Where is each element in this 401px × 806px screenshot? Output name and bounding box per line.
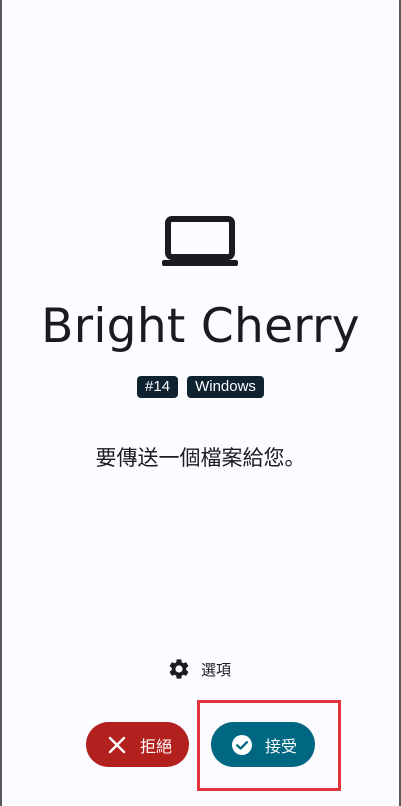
device-name: Bright Cherry [41, 299, 360, 354]
decline-button[interactable]: 拒絕 [86, 722, 189, 767]
gear-icon [169, 659, 189, 679]
laptop-icon [162, 216, 238, 266]
device-number-badge: #14 [137, 376, 179, 398]
close-icon [108, 736, 126, 753]
transfer-message: 要傳送一個檔案給您。 [95, 446, 306, 470]
decline-label: 拒絕 [140, 736, 173, 756]
window-frame-left [0, 0, 2, 806]
check-circle-icon [232, 734, 252, 755]
device-badges: #14 Windows [0, 376, 401, 398]
options-button[interactable]: 選項 [167, 654, 231, 684]
accept-button[interactable]: 接受 [211, 722, 315, 767]
options-label: 選項 [201, 660, 232, 679]
accept-label: 接受 [265, 736, 298, 756]
device-os-badge: Windows [187, 376, 264, 398]
